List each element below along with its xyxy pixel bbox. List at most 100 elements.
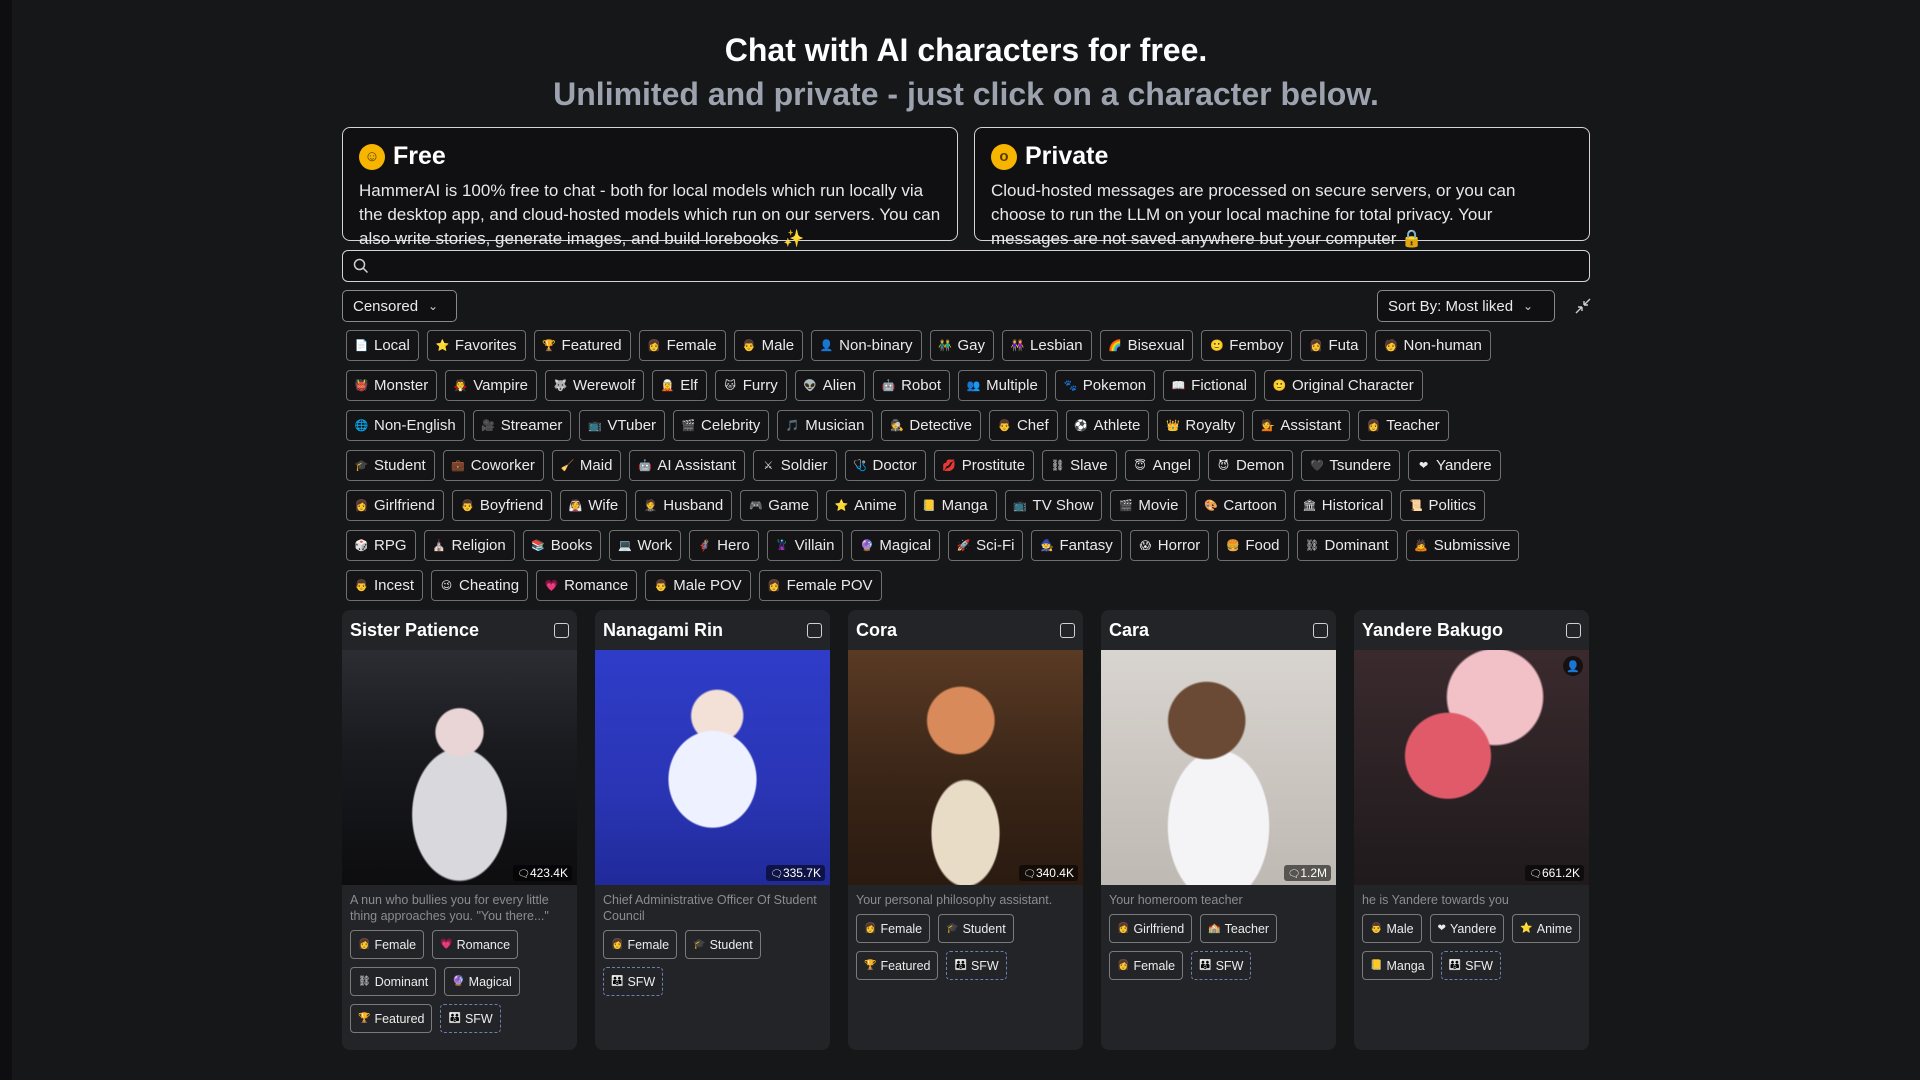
tag-filter-streamer[interactable]: 🎥 Streamer — [472, 410, 572, 441]
tag-filter-male[interactable]: 👨 Male — [733, 330, 804, 361]
tag-filter-soldier[interactable]: ⚔ Soldier — [752, 450, 837, 481]
tag-filter-work[interactable]: 💻 Work — [609, 530, 682, 561]
select-checkbox[interactable] — [1060, 622, 1075, 638]
tag-filter-historical[interactable]: 🏛 Historical — [1293, 490, 1393, 521]
tag-filter-movie[interactable]: 🎬 Movie — [1110, 490, 1188, 521]
tag-filter-local[interactable]: 📄 Local — [346, 330, 419, 361]
character-tag[interactable]: 📒 Manga — [1362, 951, 1433, 980]
tag-filter-incest[interactable]: 👨 Incest — [346, 570, 424, 601]
character-tag[interactable]: 👪 SFW — [1440, 951, 1501, 980]
tag-filter-favorites[interactable]: ⭐ Favorites — [426, 330, 526, 361]
character-tag[interactable]: 🏫 Teacher — [1200, 914, 1278, 943]
character-card[interactable]: Cara 🗨1.2M Your homeroom teacher 👩 Girlfrien… — [1101, 610, 1336, 1050]
tag-filter-royalty[interactable]: 👑 Royalty — [1157, 410, 1245, 441]
character-tag[interactable]: 👪 SFW — [440, 1004, 501, 1033]
character-tag[interactable]: 👨 Male — [1362, 914, 1422, 943]
content-filter-select[interactable]: Censored ⌄ — [342, 290, 457, 322]
tag-filter-submissive[interactable]: 🙇 Submissive — [1405, 530, 1520, 561]
character-tag[interactable]: 👪 SFW — [603, 967, 664, 996]
tag-filter-multiple[interactable]: 👥 Multiple — [958, 370, 1047, 401]
tag-filter-rpg[interactable]: 🎲 RPG — [346, 530, 416, 561]
character-tag[interactable]: 🏆 Featured — [856, 951, 939, 980]
character-tag[interactable]: 👩 Female — [350, 930, 425, 959]
tag-filter-celebrity[interactable]: 🎬 Celebrity — [673, 410, 770, 441]
tag-filter-original-character[interactable]: 🙂 Original Character — [1264, 370, 1423, 401]
tag-filter-angel[interactable]: 😇 Angel — [1124, 450, 1200, 481]
character-card[interactable]: Yandere Bakugo 👤 🗨661.2K he is Yandere towa… — [1354, 610, 1589, 1050]
tag-filter-featured[interactable]: 🏆 Featured — [533, 330, 631, 361]
tag-filter-boyfriend[interactable]: 👨 Boyfriend — [451, 490, 553, 521]
character-tag[interactable]: ⭐ Anime — [1512, 914, 1581, 943]
tag-filter-lesbian[interactable]: 👭 Lesbian — [1002, 330, 1092, 361]
tag-filter-werewolf[interactable]: 🐺 Werewolf — [544, 370, 645, 401]
character-tag[interactable]: 👩 Female — [603, 930, 678, 959]
tag-filter-alien[interactable]: 👽 Alien — [794, 370, 866, 401]
tag-filter-chef[interactable]: 👨 Chef — [988, 410, 1058, 441]
tag-filter-politics[interactable]: 📜 Politics — [1400, 490, 1485, 521]
tag-filter-maid[interactable]: 🧹 Maid — [551, 450, 622, 481]
character-card[interactable]: Nanagami Rin 🗨335.7K Chief Administrative … — [595, 610, 830, 1050]
tag-filter-doctor[interactable]: 🩺 Doctor — [844, 450, 926, 481]
tag-filter-cartoon[interactable]: 🎨 Cartoon — [1195, 490, 1286, 521]
character-tag[interactable]: 👪 SFW — [1191, 951, 1252, 980]
tag-filter-girlfriend[interactable]: 👩 Girlfriend — [346, 490, 444, 521]
tag-filter-horror[interactable]: 😱 Horror — [1129, 530, 1210, 561]
tag-filter-teacher[interactable]: 👩 Teacher — [1358, 410, 1449, 441]
character-tag[interactable]: 🏆 Featured — [350, 1004, 433, 1033]
tag-filter-slave[interactable]: ⛓ Slave — [1042, 450, 1117, 481]
tag-filter-student[interactable]: 🎓 Student — [346, 450, 435, 481]
tag-filter-tv-show[interactable]: 📺 TV Show — [1004, 490, 1103, 521]
select-checkbox[interactable] — [1566, 622, 1581, 638]
character-tag[interactable]: 👩 Female — [856, 914, 931, 943]
character-image[interactable]: 🗨335.7K — [595, 650, 830, 885]
tag-filter-elf[interactable]: 🧝 Elf — [652, 370, 707, 401]
character-card[interactable]: Cora 🗨340.4K Your personal philosophy assi… — [848, 610, 1083, 1050]
tag-filter-magical[interactable]: 🔮 Magical — [851, 530, 941, 561]
tag-filter-athlete[interactable]: ⚽ Athlete — [1065, 410, 1150, 441]
tag-filter-fictional[interactable]: 📖 Fictional — [1163, 370, 1257, 401]
tag-filter-female-pov[interactable]: 👩 Female POV — [758, 570, 882, 601]
tag-filter-religion[interactable]: ⛪ Religion — [423, 530, 515, 561]
tag-filter-futa[interactable]: 👩 Futa — [1300, 330, 1368, 361]
character-image[interactable]: 🗨340.4K — [848, 650, 1083, 885]
tag-filter-femboy[interactable]: 🙂 Femboy — [1201, 330, 1293, 361]
character-image[interactable]: 👤 🗨661.2K — [1354, 650, 1589, 885]
tag-filter-furry[interactable]: 🐱 Furry — [714, 370, 787, 401]
character-tag[interactable]: ⛓ Dominant — [350, 967, 437, 996]
tag-filter-coworker[interactable]: 💼 Coworker — [442, 450, 544, 481]
tag-filter-manga[interactable]: 📒 Manga — [913, 490, 997, 521]
tag-filter-female[interactable]: 👩 Female — [638, 330, 726, 361]
tag-filter-pokemon[interactable]: 🐾 Pokemon — [1054, 370, 1156, 401]
character-image[interactable]: 🗨1.2M — [1101, 650, 1336, 885]
select-checkbox[interactable] — [807, 622, 822, 638]
tag-filter-detective[interactable]: 🕵 Detective — [881, 410, 981, 441]
tag-filter-yandere[interactable]: ❤ Yandere — [1408, 450, 1501, 481]
tag-filter-hero[interactable]: 🦸 Hero — [689, 530, 759, 561]
sort-select[interactable]: Sort By: Most liked ⌄ — [1377, 290, 1555, 322]
collapse-icon[interactable] — [1572, 295, 1594, 317]
select-checkbox[interactable] — [1313, 622, 1328, 638]
tag-filter-prostitute[interactable]: 💋 Prostitute — [933, 450, 1035, 481]
tag-filter-male-pov[interactable]: 👨 Male POV — [645, 570, 751, 601]
character-tag[interactable]: 💗 Romance — [432, 930, 519, 959]
tag-filter-anime[interactable]: ⭐ Anime — [826, 490, 906, 521]
tag-filter-robot[interactable]: 🤖 Robot — [873, 370, 951, 401]
character-tag[interactable]: 👪 SFW — [946, 951, 1007, 980]
tag-filter-dominant[interactable]: ⛓ Dominant — [1296, 530, 1398, 561]
tag-filter-vtuber[interactable]: 📺 VTuber — [579, 410, 666, 441]
tag-filter-husband[interactable]: 🤵 Husband — [635, 490, 733, 521]
tag-filter-monster[interactable]: 👹 Monster — [346, 370, 438, 401]
character-card[interactable]: Sister Patience 🗨423.4K A nun who bullies … — [342, 610, 577, 1050]
character-tag[interactable]: 🎓 Student — [685, 930, 761, 959]
tag-filter-game[interactable]: 🎮 Game — [740, 490, 819, 521]
character-tag[interactable]: 👩 Girlfriend — [1109, 914, 1193, 943]
tag-filter-books[interactable]: 📚 Books — [522, 530, 602, 561]
character-tag[interactable]: ❤ Yandere — [1429, 914, 1505, 943]
tag-filter-sci-fi[interactable]: 🚀 Sci-Fi — [948, 530, 1024, 561]
tag-filter-non-binary[interactable]: 👤 Non-binary — [811, 330, 922, 361]
tag-filter-wife[interactable]: 👰 Wife — [560, 490, 628, 521]
select-checkbox[interactable] — [554, 622, 569, 638]
tag-filter-tsundere[interactable]: 🖤 Tsundere — [1301, 450, 1401, 481]
tag-filter-assistant[interactable]: 💁 Assistant — [1252, 410, 1351, 441]
tag-filter-bisexual[interactable]: 🌈 Bisexual — [1099, 330, 1194, 361]
